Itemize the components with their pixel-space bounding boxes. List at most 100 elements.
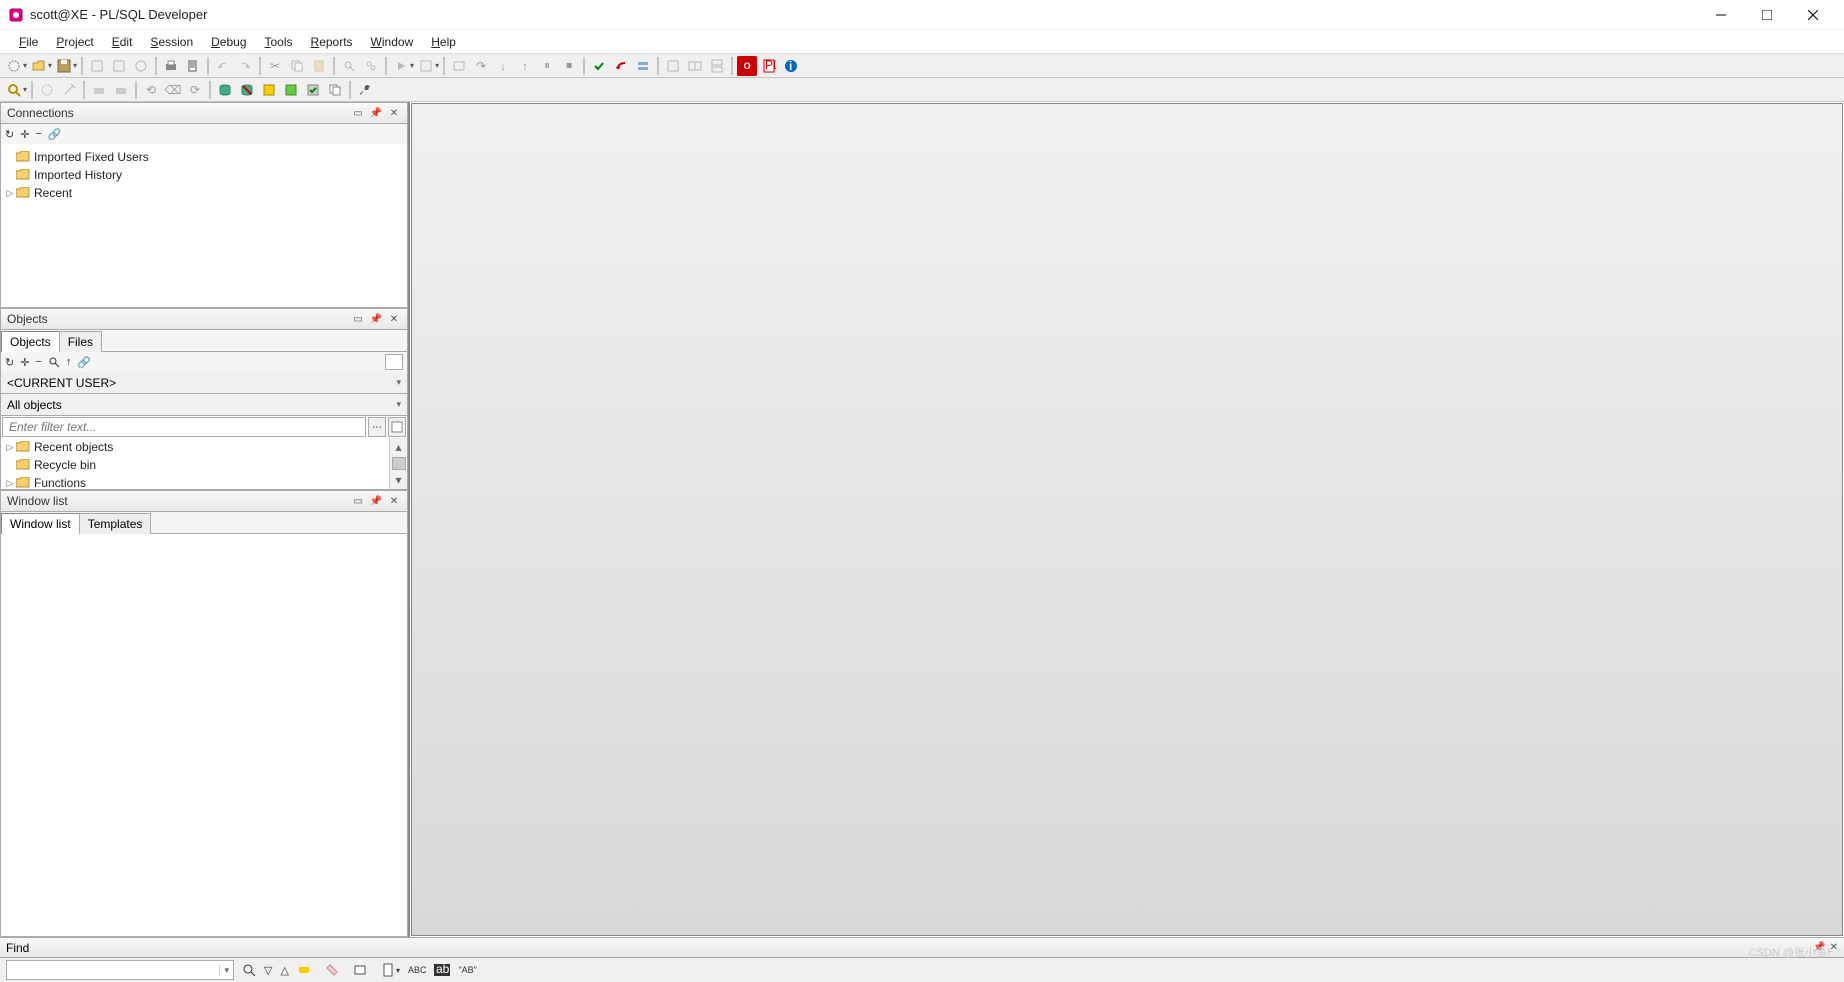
menu-file[interactable]: File (10, 32, 47, 52)
find-pin-icon[interactable]: 📌 (1813, 942, 1825, 953)
folder-icon (15, 186, 31, 200)
objects-scrollbar[interactable]: ▴ ▾ (389, 438, 407, 489)
zoom-dropdown[interactable]: ▾ (23, 85, 27, 94)
tab-files[interactable]: Files (59, 331, 102, 352)
find-doc-icon[interactable]: ▾ (381, 963, 400, 977)
tree-item-recycle-bin[interactable]: Recycle bin (1, 456, 389, 474)
wl-pin-icon[interactable]: 📌 (369, 494, 383, 508)
conn-link-icon[interactable]: 🔗 (48, 128, 62, 141)
tb2-green-1[interactable] (281, 80, 301, 100)
find-highlight-icon[interactable] (297, 963, 311, 977)
obj-blank-button[interactable] (385, 354, 403, 370)
expand-icon[interactable]: ▷ (5, 478, 15, 489)
menu-session[interactable]: Session (141, 32, 202, 52)
find-down-icon[interactable]: ▽ (264, 964, 272, 977)
obj-refresh-icon[interactable]: ↻ (5, 356, 14, 369)
obj-close-icon[interactable]: ✕ (387, 312, 401, 326)
objects-panel: Objects ▭ 📌 ✕ Objects Files ↻ ✛ − ↑ 🔗 (0, 308, 408, 490)
oracle-button[interactable]: O (737, 56, 757, 76)
find-regex-button[interactable]: "AB" (458, 965, 476, 975)
user-combo[interactable]: <CURRENT USER> ▾ (0, 372, 408, 394)
wl-close-icon[interactable]: ✕ (387, 494, 401, 508)
scroll-up-icon[interactable]: ▴ (395, 438, 401, 456)
menu-help[interactable]: Help (422, 32, 465, 52)
find-up-icon[interactable]: △ (280, 964, 288, 977)
find-combo[interactable]: ▾ (6, 960, 234, 980)
new-button[interactable] (4, 56, 24, 76)
tb2-green-2[interactable] (303, 80, 323, 100)
menu-window[interactable]: Window (362, 32, 423, 52)
save-button[interactable] (54, 56, 74, 76)
obj-maximize-icon[interactable]: ▭ (351, 312, 365, 326)
scroll-thumb[interactable] (392, 457, 406, 470)
expand-icon[interactable]: ▷ (5, 188, 15, 199)
logon-button[interactable] (215, 80, 235, 100)
tab-windowlist[interactable]: Window list (1, 513, 80, 534)
print-preview-button[interactable] (183, 56, 203, 76)
save-dropdown[interactable]: ▾ (73, 61, 77, 70)
type-combo[interactable]: All objects ▾ (0, 394, 408, 416)
tree-item-functions[interactable]: ▷ Functions (1, 474, 389, 489)
filter-clear-button[interactable] (388, 417, 406, 437)
info-button[interactable]: i (781, 56, 801, 76)
filter-more-button[interactable]: ⋯ (368, 417, 386, 437)
tab-templates[interactable]: Templates (79, 513, 152, 534)
commit-button[interactable] (589, 56, 609, 76)
logoff-button[interactable] (237, 80, 257, 100)
obj-pin-icon[interactable]: 📌 (369, 312, 383, 326)
conn-refresh-icon[interactable]: ↻ (5, 128, 14, 141)
obj-remove-icon[interactable]: − (35, 356, 41, 368)
menu-project[interactable]: Project (47, 32, 102, 52)
wrench-button[interactable] (355, 80, 375, 100)
conn-close-icon[interactable]: ✕ (387, 106, 401, 120)
tb2-icon-7: ⟳ (185, 80, 205, 100)
rollback-button[interactable] (611, 56, 631, 76)
connections-tree[interactable]: Imported Fixed Users Imported History ▷ … (0, 144, 408, 308)
conn-add-icon[interactable]: ✛ (20, 128, 29, 141)
sessions-button[interactable] (633, 56, 653, 76)
minimize-button[interactable] (1698, 0, 1744, 30)
menubar: File Project Edit Session Debug Tools Re… (0, 30, 1844, 54)
obj-up-icon[interactable]: ↑ (66, 356, 72, 368)
obj-find-icon[interactable] (48, 356, 60, 368)
zoom-button[interactable] (4, 80, 24, 100)
new-dropdown[interactable]: ▾ (23, 61, 27, 70)
tb2-copy-icon[interactable] (325, 80, 345, 100)
menu-reports[interactable]: Reports (302, 32, 362, 52)
find-erase-icon[interactable] (325, 963, 339, 977)
menu-tools[interactable]: Tools (256, 32, 302, 52)
find-search-icon[interactable] (242, 963, 256, 977)
menu-debug[interactable]: Debug (202, 32, 255, 52)
maximize-button[interactable] (1744, 0, 1790, 30)
tree-item-recent-objects[interactable]: ▷ Recent objects (1, 438, 389, 456)
main-editor-area[interactable] (411, 103, 1843, 936)
print-button[interactable] (161, 56, 181, 76)
wl-maximize-icon[interactable]: ▭ (351, 494, 365, 508)
expand-icon[interactable]: ▷ (5, 442, 15, 453)
find-word-icon[interactable]: ab (434, 964, 450, 976)
tree-item-recent[interactable]: ▷ Recent (1, 184, 407, 202)
find-close-icon[interactable]: ✕ (1830, 942, 1838, 953)
obj-add-icon[interactable]: ✛ (20, 356, 29, 369)
find-rect-icon[interactable] (353, 963, 367, 977)
objects-tree[interactable]: ▷ Recent objects Recycle bin ▷ Functions (0, 438, 408, 490)
windowlist-body[interactable] (0, 534, 408, 937)
close-button[interactable] (1790, 0, 1836, 30)
conn-pin-icon[interactable]: 📌 (369, 106, 383, 120)
window-title: scott@XE - PL/SQL Developer (30, 7, 207, 22)
obj-link-icon[interactable]: 🔗 (77, 356, 91, 369)
pdf-button[interactable]: PDF (759, 56, 779, 76)
conn-maximize-icon[interactable]: ▭ (351, 106, 365, 120)
open-dropdown[interactable]: ▾ (48, 61, 52, 70)
open-button[interactable] (29, 56, 49, 76)
scroll-down-icon[interactable]: ▾ (395, 471, 401, 489)
find-tb-button (339, 56, 359, 76)
tree-item-imported-fixed[interactable]: Imported Fixed Users (1, 148, 407, 166)
conn-remove-icon[interactable]: − (35, 128, 41, 140)
tab-objects[interactable]: Objects (1, 331, 60, 352)
tree-item-imported-history[interactable]: Imported History (1, 166, 407, 184)
menu-edit[interactable]: Edit (103, 32, 142, 52)
tb2-yellow-1[interactable] (259, 80, 279, 100)
find-case-button[interactable]: ABC (408, 965, 427, 975)
filter-input[interactable] (2, 417, 366, 437)
